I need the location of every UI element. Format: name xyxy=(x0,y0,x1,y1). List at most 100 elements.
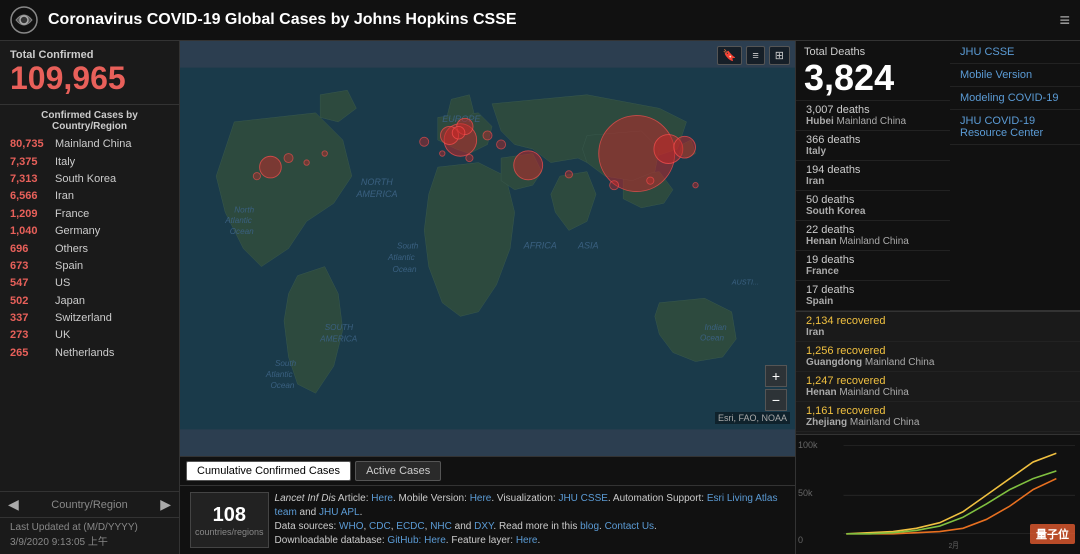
article-link[interactable]: Here xyxy=(371,493,393,504)
death-item: 19 deathsFrance xyxy=(796,251,950,281)
svg-text:Atlantic: Atlantic xyxy=(387,253,415,262)
map-area: 🔖 ≡ ⊞ xyxy=(180,41,795,554)
country-name: France xyxy=(55,207,89,222)
recovered-place: Zhejiang Mainland China xyxy=(806,417,1070,428)
mobile-link[interactable]: Here xyxy=(470,493,492,504)
map-svg: North Atlantic Ocean South Atlantic Ocea… xyxy=(180,41,795,456)
country-name: South Korea xyxy=(55,172,116,187)
list-button[interactable]: ≡ xyxy=(746,46,764,65)
last-updated: Last Updated at (M/D/YYYY) 3/9/2020 9:13… xyxy=(0,518,179,554)
country-name: Italy xyxy=(55,155,75,170)
dxy-link[interactable]: DXY xyxy=(474,521,493,532)
country-name: Iran xyxy=(55,189,74,204)
zoom-in-button[interactable]: + xyxy=(765,365,787,387)
country-name: Switzerland xyxy=(55,311,112,326)
recovered-item: 1,161 recoveredZhejiang Mainland China xyxy=(796,402,1080,432)
country-count: 6,566 xyxy=(10,189,55,204)
info-box: 108 countries/regions Lancet Inf Dis Art… xyxy=(180,485,795,554)
tab-cumulative[interactable]: Cumulative Confirmed Cases xyxy=(186,461,351,481)
nav-prev-arrow[interactable]: ◀ xyxy=(8,496,19,513)
cdc-link[interactable]: CDC xyxy=(369,521,391,532)
who-link[interactable]: WHO xyxy=(339,521,363,532)
svg-text:Indian: Indian xyxy=(705,323,728,332)
grid-button[interactable]: ⊞ xyxy=(769,46,790,65)
death-place: Iran xyxy=(806,176,940,187)
chart-yaxis: 100k 50k 0 xyxy=(798,440,818,545)
country-name: Japan xyxy=(55,294,85,309)
country-item: 273UK xyxy=(0,327,179,344)
countries-count-box: 108 countries/regions xyxy=(190,492,269,548)
country-name: US xyxy=(55,276,70,291)
recovered-count: 2,134 recovered xyxy=(806,315,1070,327)
zoom-out-button[interactable]: − xyxy=(765,389,787,411)
death-place: Hubei Mainland China xyxy=(806,116,940,127)
right-link-item[interactable]: JHU COVID-19 Resource Center xyxy=(950,110,1080,145)
country-count: 502 xyxy=(10,294,55,309)
recovered-count: 1,256 recovered xyxy=(806,345,1070,357)
deaths-list: 3,007 deathsHubei Mainland China366 deat… xyxy=(796,101,950,311)
left-nav: ◀ Country/Region ▶ xyxy=(0,491,179,518)
jhu-apl-link[interactable]: JHU APL xyxy=(319,507,360,518)
country-name: Spain xyxy=(55,259,83,274)
death-place: Italy xyxy=(806,146,940,157)
map-tabs: Cumulative Confirmed Cases Active Cases xyxy=(180,456,795,485)
info-text-content: Lancet Inf Dis Article: Here. Mobile Ver… xyxy=(275,493,778,546)
svg-text:NORTH: NORTH xyxy=(361,177,393,187)
ecdc-link[interactable]: ECDC xyxy=(396,521,424,532)
country-name: Germany xyxy=(55,224,100,239)
contact-link[interactable]: Contact Us xyxy=(605,521,654,532)
country-item: 502Japan xyxy=(0,293,179,310)
country-count: 273 xyxy=(10,328,55,343)
country-count: 337 xyxy=(10,311,55,326)
country-count: 1,209 xyxy=(10,207,55,222)
right-top-links: JHU CSSEMobile VersionModeling COVID-19J… xyxy=(950,41,1080,311)
map-attribution: Esri, FAO, NOAA xyxy=(715,412,790,424)
country-count: 673 xyxy=(10,259,55,274)
country-item: 337Switzerland xyxy=(0,310,179,327)
death-place: South Korea xyxy=(806,206,940,217)
menu-icon[interactable]: ≡ xyxy=(1059,10,1070,31)
right-link-item[interactable]: Modeling COVID-19 xyxy=(950,87,1080,110)
death-place: Henan Mainland China xyxy=(806,236,940,247)
death-item: 3,007 deathsHubei Mainland China xyxy=(796,101,950,131)
blog-link[interactable]: blog xyxy=(580,521,599,532)
country-item: 547US xyxy=(0,275,179,292)
svg-text:Atlantic: Atlantic xyxy=(265,370,293,379)
country-item: 673Spain xyxy=(0,258,179,275)
country-item: 7,375Italy xyxy=(0,154,179,171)
info-text: Lancet Inf Dis Article: Here. Mobile Ver… xyxy=(275,492,785,548)
death-item: 22 deathsHenan Mainland China xyxy=(796,221,950,251)
country-item: 265Netherlands xyxy=(0,345,179,362)
feature-link[interactable]: Here xyxy=(516,535,538,546)
github-link[interactable]: GitHub: Here xyxy=(387,535,445,546)
country-count: 7,313 xyxy=(10,172,55,187)
svg-text:Atlantic: Atlantic xyxy=(224,216,252,225)
death-item: 366 deathsItaly xyxy=(796,131,950,161)
recovered-item: 1,247 recoveredHenan Mainland China xyxy=(796,372,1080,402)
jhu-csse-link[interactable]: JHU CSSE xyxy=(558,493,607,504)
svg-text:AUSTI...: AUSTI... xyxy=(731,278,759,287)
right-link-item[interactable]: JHU CSSE xyxy=(950,41,1080,64)
country-item: 696Others xyxy=(0,241,179,258)
country-item: 7,313South Korea xyxy=(0,171,179,188)
svg-text:2月: 2月 xyxy=(949,542,959,551)
svg-text:AMERICA: AMERICA xyxy=(355,189,397,199)
world-map[interactable]: North Atlantic Ocean South Atlantic Ocea… xyxy=(180,41,795,456)
recovered-count: 1,161 recovered xyxy=(806,405,1070,417)
death-count: 19 deaths xyxy=(806,254,940,266)
map-zoom: + − xyxy=(765,365,787,411)
tab-active[interactable]: Active Cases xyxy=(355,461,441,481)
country-count: 1,040 xyxy=(10,224,55,239)
total-confirmed-number: 109,965 xyxy=(10,61,169,96)
bookmark-button[interactable]: 🔖 xyxy=(717,46,743,65)
death-place: France xyxy=(806,266,940,277)
total-confirmed-box: Total Confirmed 109,965 xyxy=(0,41,179,105)
right-link-item[interactable]: Mobile Version xyxy=(950,64,1080,87)
nav-next-arrow[interactable]: ▶ xyxy=(160,496,171,513)
page-title: Coronavirus COVID-19 Global Cases by Joh… xyxy=(48,11,1059,29)
app-logo xyxy=(10,6,38,34)
nhc-link[interactable]: NHC xyxy=(430,521,452,532)
left-panel: Total Confirmed 109,965 Confirmed Cases … xyxy=(0,41,180,554)
y-label-50k: 50k xyxy=(798,488,818,498)
y-label-100k: 100k xyxy=(798,440,818,450)
